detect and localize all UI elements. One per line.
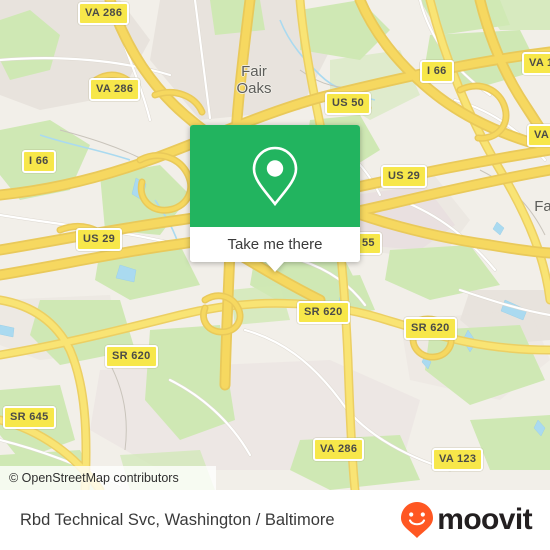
moovit-brand[interactable]: moovit xyxy=(400,501,533,539)
road-shield: SR 645 xyxy=(3,406,56,429)
road-shield: US 50 xyxy=(325,92,372,115)
road-shield: I 66 xyxy=(420,60,454,83)
map-screenshot-root: .park { fill:#cfe8b4; } .wood { fill:#c6… xyxy=(0,0,550,550)
map-canvas[interactable]: .park { fill:#cfe8b4; } .wood { fill:#c6… xyxy=(0,0,550,490)
road-shield: SR 620 xyxy=(404,317,457,340)
road-shield: VA 286 xyxy=(313,438,365,461)
road-shield: VA 286 xyxy=(78,2,130,25)
location-pin-icon xyxy=(252,146,298,207)
road-shield: SR 620 xyxy=(297,301,350,324)
road-shield: I 66 xyxy=(22,150,56,173)
place-title: Rbd Technical Svc, Washington / Baltimor… xyxy=(20,510,335,529)
popup-body: Take me there xyxy=(190,125,360,262)
take-me-there-label: Take me there xyxy=(227,236,323,253)
road-shield: US 29 xyxy=(76,228,123,251)
road-shield: VA 1 xyxy=(522,52,550,75)
road-shield: SR 620 xyxy=(105,345,158,368)
road-shield: VA 286 xyxy=(89,78,141,101)
place-label: Fa xyxy=(534,198,550,215)
place-label: Fair Oaks xyxy=(236,63,272,97)
moovit-smiley-pin-icon xyxy=(401,502,434,538)
popup-tail-pointer xyxy=(266,262,284,272)
road-shield: VA xyxy=(527,124,550,147)
bottom-info-bar: Rbd Technical Svc, Washington / Baltimor… xyxy=(0,490,550,550)
popup-header xyxy=(190,125,360,227)
road-shield: VA 123 xyxy=(432,448,484,471)
moovit-wordmark: moovit xyxy=(437,503,532,536)
map-attribution[interactable]: © OpenStreetMap contributors xyxy=(0,466,216,490)
popup-action-bar[interactable]: Take me there xyxy=(190,227,360,262)
attribution-text: © OpenStreetMap contributors xyxy=(9,471,179,485)
destination-popup[interactable]: Take me there xyxy=(190,125,360,272)
road-shield: US 29 xyxy=(381,165,428,188)
